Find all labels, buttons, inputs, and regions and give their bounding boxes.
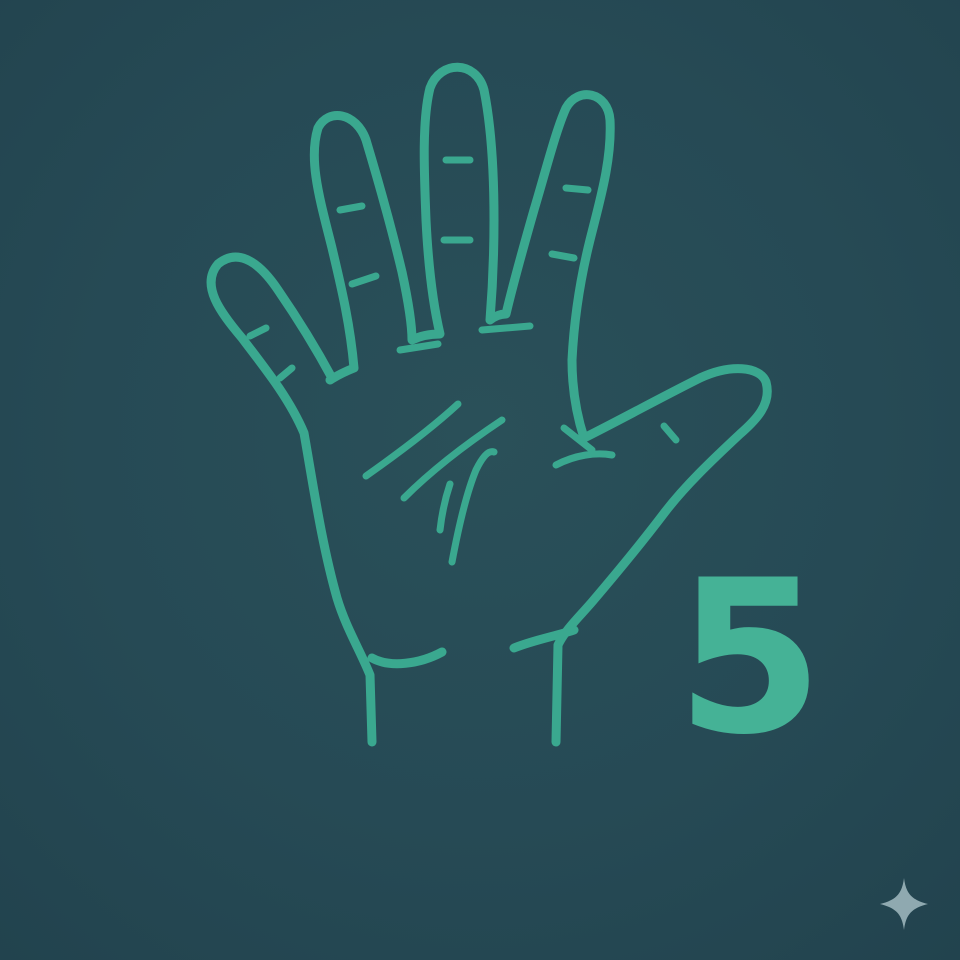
finger-joint — [276, 364, 296, 382]
open-hand-icon — [206, 62, 772, 747]
finger-joint — [562, 184, 592, 194]
canvas: 5 — [0, 0, 960, 960]
thumb-crease — [660, 422, 680, 444]
wrist-line — [367, 647, 447, 669]
thumb-crease — [552, 450, 616, 469]
palm-line — [436, 480, 454, 534]
finger-joint — [348, 272, 380, 288]
palm-line — [448, 448, 498, 566]
finger-base — [478, 322, 534, 334]
finger-base — [396, 340, 442, 354]
number-five: 5 — [676, 534, 824, 781]
sparkle-shape — [880, 878, 928, 930]
finger-joint — [548, 250, 578, 262]
finger-joint — [246, 324, 270, 340]
finger-joint — [336, 202, 366, 214]
palm-line — [400, 416, 506, 502]
sparkle-icon — [880, 878, 928, 930]
